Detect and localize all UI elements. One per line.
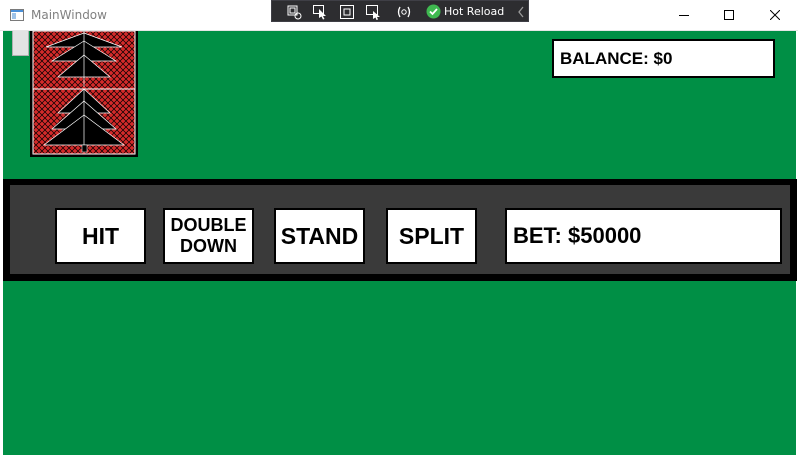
layout-adorner-icon[interactable] — [339, 4, 355, 20]
close-icon — [770, 10, 780, 20]
hot-reload-button[interactable]: Hot Reload — [444, 5, 504, 18]
title-bar[interactable]: MainWindow Hot Reload — [0, 0, 798, 31]
double-down-button[interactable]: DOUBLE DOWN — [163, 208, 254, 264]
chevron-left-icon[interactable] — [516, 5, 526, 19]
dealer-card-back[interactable] — [30, 31, 138, 157]
hot-reload-check-icon — [426, 4, 441, 19]
select-element-icon[interactable] — [286, 4, 302, 20]
double-down-label-line1: DOUBLE — [170, 215, 247, 235]
xaml-debug-toolbar: Hot Reload — [271, 0, 529, 22]
action-panel: HIT DOUBLE DOWN STAND SPLIT BET: $50000 — [3, 179, 797, 281]
hit-button[interactable]: HIT — [55, 208, 146, 264]
app-window-icon — [10, 9, 24, 21]
game-table: BALANCE: $0 HIT DOUBLE DOWN STAND SPLIT … — [0, 31, 798, 455]
balance-display: BALANCE: $0 — [552, 39, 775, 78]
maximize-icon — [724, 10, 734, 20]
maximize-button[interactable] — [706, 0, 752, 30]
scroll-thumb[interactable] — [12, 31, 29, 56]
double-down-label-line2: DOWN — [180, 236, 237, 256]
minimize-icon — [679, 15, 689, 16]
minimize-button[interactable] — [661, 0, 707, 30]
track-focus-icon[interactable] — [365, 4, 381, 20]
pointer-icon[interactable] — [312, 4, 328, 20]
binding-failures-icon[interactable] — [396, 4, 412, 20]
action-panel-inner: HIT DOUBLE DOWN STAND SPLIT BET: $50000 — [10, 185, 790, 274]
close-button[interactable] — [752, 0, 798, 30]
stand-button[interactable]: STAND — [274, 208, 365, 264]
split-button[interactable]: SPLIT — [386, 208, 477, 264]
card-back-pattern-icon — [32, 31, 136, 155]
window-title: MainWindow — [31, 8, 107, 22]
bet-display[interactable]: BET: $50000 — [505, 208, 782, 264]
